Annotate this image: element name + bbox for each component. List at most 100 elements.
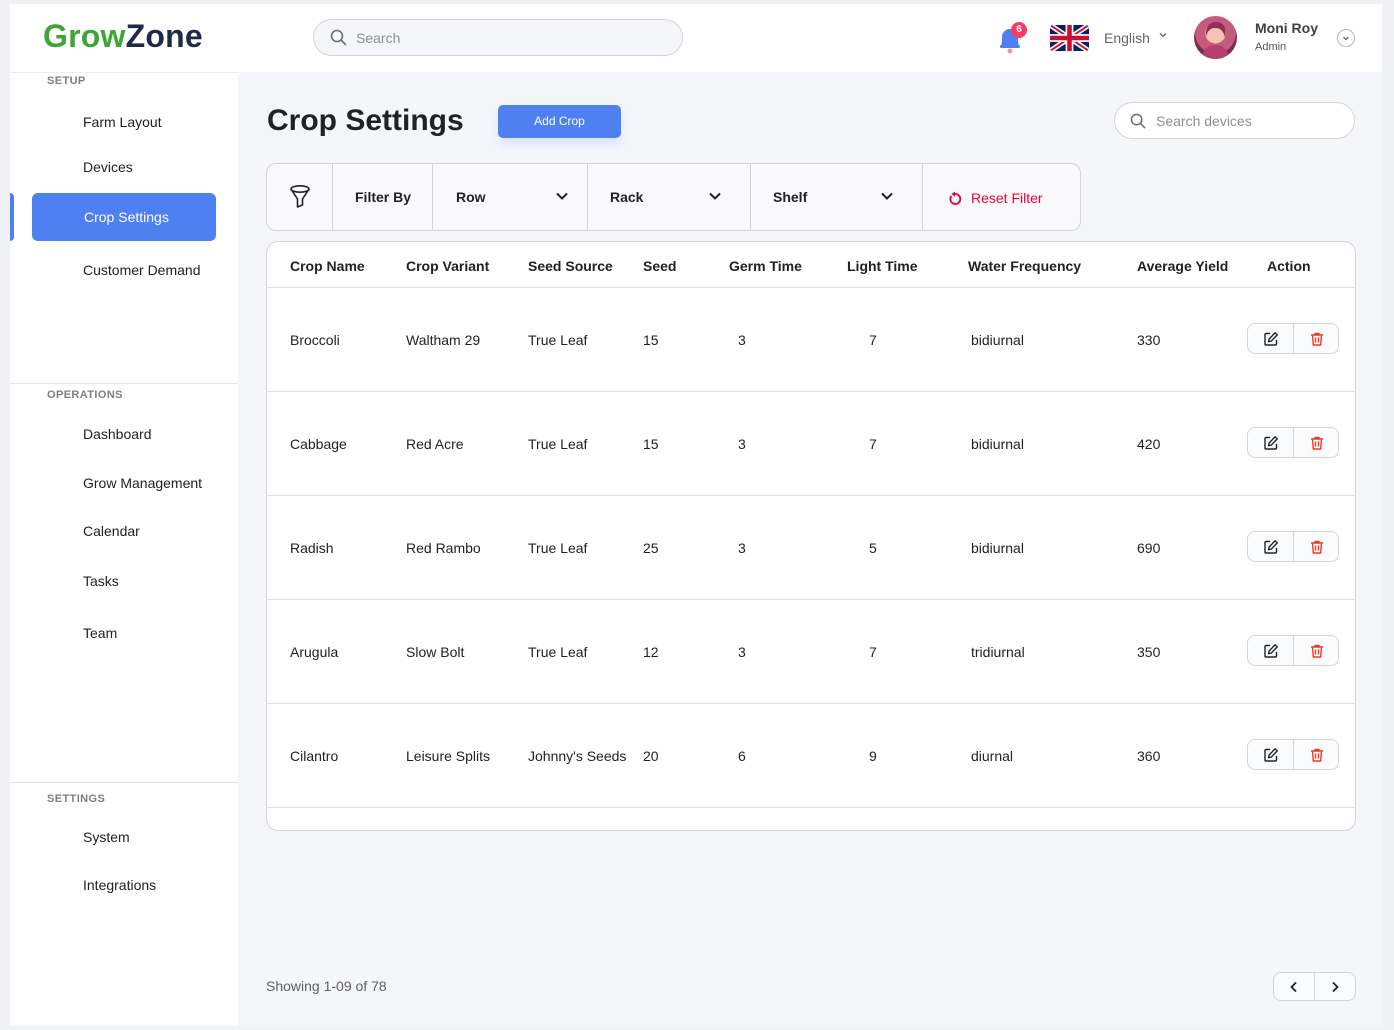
next-page-button[interactable] (1315, 973, 1356, 1000)
table-header: Crop Name Crop Variant Seed Source Seed … (267, 242, 1355, 288)
chevron-down-icon[interactable] (1158, 30, 1168, 40)
edit-button[interactable] (1248, 636, 1294, 665)
cell-light-time: 9 (869, 748, 877, 764)
language-select[interactable]: English (1104, 30, 1150, 46)
sidebar-item-team[interactable]: Team (83, 625, 117, 641)
cell-crop-name: Radish (290, 540, 334, 556)
cell-water-frequency: bidiurnal (971, 332, 1024, 348)
row-actions (1247, 323, 1339, 354)
chevron-down-icon (709, 192, 721, 200)
reset-filter-label: Reset Filter (971, 190, 1043, 206)
delete-button[interactable] (1294, 428, 1340, 457)
col-average-yield[interactable]: Average Yield (1137, 258, 1228, 274)
cell-seed: 12 (643, 644, 659, 660)
col-crop-name[interactable]: Crop Name (290, 258, 365, 274)
cell-seed: 15 (643, 436, 659, 452)
row-actions (1247, 531, 1339, 562)
chevron-down-icon (556, 192, 568, 200)
cell-seed-source: True Leaf (528, 644, 588, 660)
cell-crop-name: Cilantro (290, 748, 339, 764)
cell-average-yield: 360 (1137, 748, 1161, 764)
cell-crop-variant: Leisure Splits (406, 748, 491, 764)
cell-crop-name: Arugula (290, 644, 339, 660)
prev-page-button[interactable] (1274, 973, 1315, 1000)
device-search-input[interactable]: Search devices (1114, 102, 1355, 139)
col-water-frequency[interactable]: Water Frequency (968, 258, 1081, 274)
sidebar-item-dashboard[interactable]: Dashboard (83, 426, 152, 442)
edit-icon (1264, 540, 1278, 554)
sidebar-item-tasks[interactable]: Tasks (83, 573, 119, 589)
col-seed-source[interactable]: Seed Source (528, 258, 613, 274)
col-light-time[interactable]: Light Time (847, 258, 918, 274)
top-header: GrowZone Search 6 English Moni Roy Admin (10, 4, 1382, 72)
delete-button[interactable] (1294, 324, 1340, 353)
sidebar-item-calendar[interactable]: Calendar (83, 523, 140, 539)
cell-seed-source: True Leaf (528, 332, 588, 348)
trash-icon (1311, 332, 1323, 346)
trash-icon (1311, 748, 1323, 762)
cell-crop-variant: Red Acre (406, 436, 464, 452)
cell-light-time: 7 (869, 436, 877, 452)
sidebar-item-system[interactable]: System (83, 829, 130, 845)
cell-average-yield: 690 (1137, 540, 1161, 556)
delete-button[interactable] (1294, 740, 1340, 769)
table-row[interactable]: Cabbage Red Acre True Leaf 15 3 7 bidiur… (267, 392, 1355, 496)
col-action: Action (1267, 258, 1311, 274)
active-indicator (10, 193, 14, 241)
cell-seed-source: Johnny's Seeds (528, 748, 627, 764)
page-title: Crop Settings (267, 104, 464, 137)
pagination-summary: Showing 1-09 of 78 (266, 978, 387, 994)
row-filter-dropdown[interactable]: Row (433, 164, 588, 230)
edit-button[interactable] (1248, 428, 1294, 457)
chevron-left-icon (1290, 981, 1297, 993)
user-role: Admin (1255, 41, 1287, 53)
search-icon (1130, 113, 1146, 129)
sidebar-item-devices[interactable]: Devices (83, 159, 133, 175)
cell-germ-time: 3 (738, 644, 746, 660)
delete-button[interactable] (1294, 636, 1340, 665)
cell-average-yield: 350 (1137, 644, 1161, 660)
row-filter-label: Row (456, 189, 486, 205)
profile-menu-button[interactable] (1337, 29, 1355, 47)
cell-germ-time: 3 (738, 332, 746, 348)
global-search[interactable]: Search (313, 19, 683, 56)
add-crop-button[interactable]: Add Crop (498, 105, 621, 138)
edit-icon (1264, 748, 1278, 762)
rack-filter-dropdown[interactable]: Rack (588, 164, 751, 230)
table-row[interactable]: Radish Red Rambo True Leaf 25 3 5 bidiur… (267, 496, 1355, 600)
sidebar-item-integrations[interactable]: Integrations (83, 877, 156, 893)
edit-button[interactable] (1248, 532, 1294, 561)
sidebar-item-farm-layout[interactable]: Farm Layout (83, 114, 162, 130)
trash-icon (1311, 540, 1323, 554)
sidebar-item-customer-demand[interactable]: Customer Demand (83, 262, 201, 278)
delete-button[interactable] (1294, 532, 1340, 561)
chevron-down-icon (1343, 36, 1349, 41)
shelf-filter-dropdown[interactable]: Shelf (751, 164, 923, 230)
table-row[interactable]: Arugula Slow Bolt True Leaf 12 3 7 tridi… (267, 600, 1355, 704)
col-seed[interactable]: Seed (643, 258, 676, 274)
sidebar-item-label: Crop Settings (84, 209, 169, 225)
edit-button[interactable] (1248, 324, 1294, 353)
cell-average-yield: 420 (1137, 436, 1161, 452)
table-row[interactable]: Broccoli Waltham 29 True Leaf 15 3 7 bid… (267, 288, 1355, 392)
filter-bar: Filter By Row Rack Shelf Reset Filter (266, 163, 1081, 231)
sidebar-item-crop-settings[interactable]: Crop Settings (32, 193, 216, 241)
table-row[interactable]: Cilantro Leisure Splits Johnny's Seeds 2… (267, 704, 1355, 808)
sidebar-item-grow-management[interactable]: Grow Management (83, 475, 202, 491)
cell-water-frequency: diurnal (971, 748, 1014, 764)
edit-icon (1264, 332, 1278, 346)
avatar[interactable] (1194, 16, 1237, 59)
edit-button[interactable] (1248, 740, 1294, 769)
trash-icon (1311, 644, 1323, 658)
cell-light-time: 7 (869, 332, 877, 348)
uk-flag-icon[interactable] (1050, 25, 1089, 51)
col-crop-variant[interactable]: Crop Variant (406, 258, 489, 274)
rack-filter-label: Rack (610, 189, 644, 205)
logo-grow: Grow (43, 18, 126, 54)
pagination (1273, 972, 1356, 1001)
logo[interactable]: GrowZone (43, 18, 203, 55)
sidebar-divider (10, 383, 238, 384)
cell-seed-source: True Leaf (528, 436, 588, 452)
trash-icon (1311, 436, 1323, 450)
col-germ-time[interactable]: Germ Time (729, 258, 802, 274)
